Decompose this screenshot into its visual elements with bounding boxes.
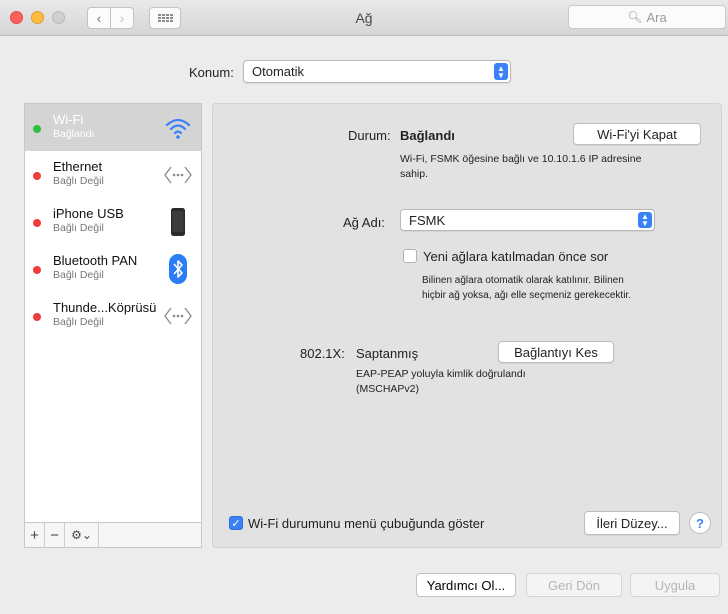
show-in-menubar-checkbox[interactable]: ✓ <box>229 516 243 530</box>
ask-join-label: Yeni ağlara katılmadan önce sor <box>423 249 609 264</box>
updown-arrows-icon: ▲ ▼ <box>638 212 652 228</box>
bluetooth-icon <box>163 254 193 284</box>
checkmark-icon: ✓ <box>231 517 241 530</box>
ethernet-icon <box>163 160 193 190</box>
service-item-wifi[interactable]: Wi-Fi Bağlandı <box>25 104 201 151</box>
add-service-button[interactable]: + <box>25 523 45 547</box>
show-in-menubar-label: Wi-Fi durumunu menü çubuğunda göster <box>248 516 485 531</box>
status-description-line: Wi-Fi, FSMK öğesine bağlı ve 10.10.1.6 I… <box>400 153 642 165</box>
ask-join-help: Bilinen ağlara otomatik olarak katılınır… <box>422 273 631 303</box>
service-item-bluetooth-pan[interactable]: Bluetooth PAN Bağlı Değil <box>25 245 201 292</box>
network-name-popup[interactable]: FSMK ▲ ▼ <box>400 209 655 231</box>
ask-join-checkbox[interactable] <box>403 249 417 263</box>
dot1x-label: 802.1X: <box>300 346 345 361</box>
service-name: Ethernet <box>53 159 103 174</box>
revert-button[interactable]: Geri Dön <box>526 573 622 597</box>
status-dot-disconnected <box>33 266 41 274</box>
status-description-line: sahip. <box>400 168 429 180</box>
ask-join-help-line: Bilinen ağlara otomatik olarak katılınır… <box>422 275 624 286</box>
network-name-label: Ağ Adı: <box>343 215 385 230</box>
title-bar: ‹ › Ağ 🔍︎ Ara <box>0 0 728 36</box>
detail-panel: Durum: Bağlandı Wi-Fi'yi Kapat Wi-Fi, FS… <box>212 103 722 548</box>
assist-me-button[interactable]: Yardımcı Ol... <box>416 573 516 597</box>
network-name-value: FSMK <box>409 212 446 228</box>
apply-button[interactable]: Uygula <box>630 573 720 597</box>
service-status: Bağlı Değil <box>53 316 104 328</box>
location-popup[interactable]: Otomatik ▲ ▼ <box>243 60 511 83</box>
status-dot-connected <box>33 125 41 133</box>
disconnect-button[interactable]: Bağlantıyı Kes <box>498 341 614 363</box>
status-dot-disconnected <box>33 219 41 227</box>
service-status: Bağlı Değil <box>53 269 104 281</box>
status-dot-disconnected <box>33 172 41 180</box>
dot1x-description-line: EAP-PEAP yoluyla kimlik doğrulandı <box>356 368 526 380</box>
dot1x-description: EAP-PEAP yoluyla kimlik doğrulandı (MSCH… <box>356 367 526 397</box>
status-value: Bağlandı <box>400 128 455 143</box>
search-placeholder: Ara <box>646 9 667 25</box>
service-item-ethernet[interactable]: Ethernet Bağlı Değil <box>25 151 201 198</box>
gear-icon: ⚙︎⌄ <box>71 528 92 542</box>
advanced-button[interactable]: İleri Düzey... <box>584 511 680 535</box>
service-status: Bağlandı <box>53 128 95 140</box>
status-label: Durum: <box>348 128 391 143</box>
service-name: iPhone USB <box>53 206 124 221</box>
iphone-icon <box>163 207 193 237</box>
service-item-iphone-usb[interactable]: iPhone USB Bağlı Değil <box>25 198 201 245</box>
status-description: Wi-Fi, FSMK öğesine bağlı ve 10.10.1.6 I… <box>400 152 641 182</box>
service-list-toolbar: + − ⚙︎⌄ <box>24 523 202 548</box>
service-item-thunderbolt-bridge[interactable]: Thunde...Köprüsü Bağlı Değil <box>25 292 201 339</box>
remove-service-button[interactable]: − <box>45 523 65 547</box>
location-value: Otomatik <box>252 64 305 79</box>
help-button[interactable]: ? <box>689 512 711 534</box>
service-status: Bağlı Değil <box>53 175 104 187</box>
dot1x-value: Saptanmış <box>356 346 419 361</box>
wifi-off-button[interactable]: Wi-Fi'yi Kapat <box>573 123 701 145</box>
ask-join-help-line: hiçbir ağ yoksa, ağı elle seçmeniz gerek… <box>422 290 631 301</box>
search-input[interactable]: 🔍︎ Ara <box>568 5 726 29</box>
action-menu-button[interactable]: ⚙︎⌄ <box>65 523 99 547</box>
service-name: Thunde...Köprüsü <box>53 300 157 315</box>
thunderbolt-bridge-icon <box>163 301 193 331</box>
status-dot-disconnected <box>33 313 41 321</box>
service-status: Bağlı Değil <box>53 222 104 234</box>
search-icon: 🔍︎ <box>627 10 643 24</box>
wifi-icon <box>163 113 193 143</box>
service-name: Wi-Fi <box>53 112 84 127</box>
dot1x-description-line: (MSCHAPv2) <box>356 383 420 395</box>
updown-arrows-icon: ▲ ▼ <box>494 63 508 80</box>
service-name: Bluetooth PAN <box>53 253 138 268</box>
location-label: Konum: <box>189 65 234 80</box>
service-list: Wi-Fi Bağlandı Ethernet Bağlı Değil iPho… <box>24 103 202 523</box>
